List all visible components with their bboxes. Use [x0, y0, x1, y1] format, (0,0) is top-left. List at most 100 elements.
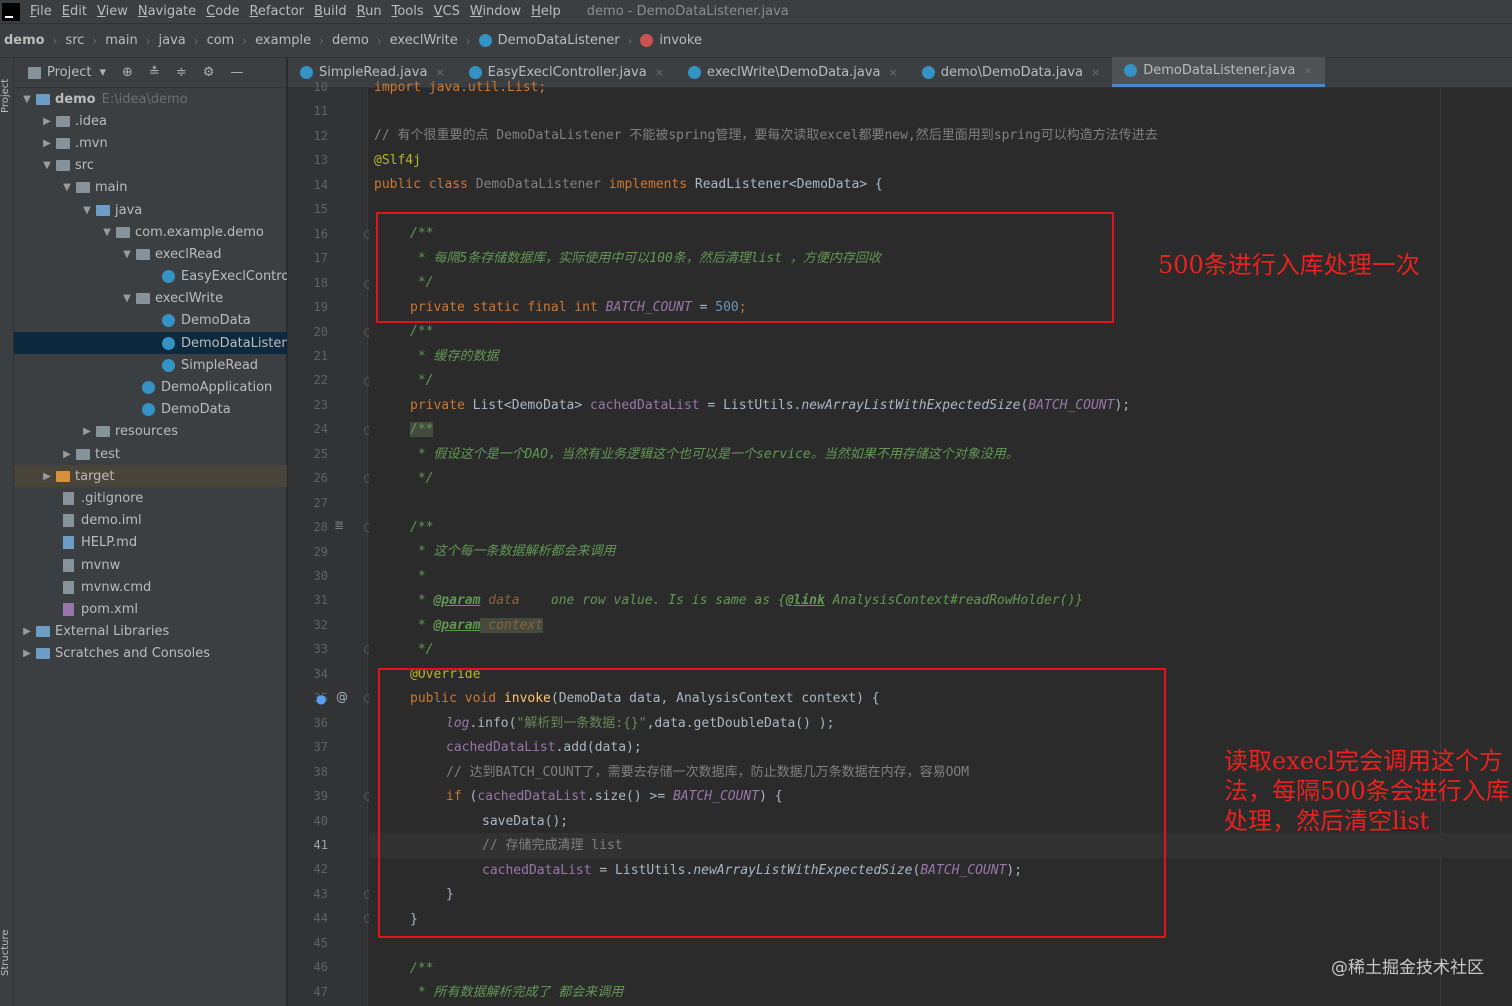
- tree-item-demo[interactable]: ▼ demo E:\idea\demo: [14, 88, 287, 110]
- breadcrumb-item[interactable]: › execlWrite: [369, 33, 458, 48]
- tree-item-main[interactable]: ▼ main: [14, 177, 287, 199]
- tree-item-external-libraries[interactable]: ▶ External Libraries: [14, 621, 287, 643]
- menu-run[interactable]: Run: [355, 4, 390, 19]
- breadcrumb-item[interactable]: › DemoDataListener: [458, 33, 620, 48]
- tree-item-java[interactable]: ▼ java: [14, 199, 287, 221]
- override-marker-icon[interactable]: ●: [316, 692, 326, 706]
- line-number: 28: [313, 520, 328, 535]
- class-icon: [142, 403, 155, 417]
- chevron-down-icon[interactable]: ▼: [40, 160, 54, 171]
- tree-item-src[interactable]: ▼ src: [14, 155, 287, 177]
- locate-icon[interactable]: ⊕: [122, 65, 133, 80]
- file-icon: [63, 514, 74, 528]
- breadcrumb-item[interactable]: › demo: [311, 33, 369, 48]
- line-number: 16: [313, 226, 328, 241]
- line-number: 20: [313, 324, 328, 339]
- tree-item-execlwrite[interactable]: ▼ execlWrite: [14, 288, 287, 310]
- tree-item-mvn[interactable]: ▶ .mvn: [14, 132, 287, 154]
- tree-item-pom-xml[interactable]: pom.xml: [14, 598, 287, 620]
- close-icon[interactable]: ×: [655, 66, 664, 79]
- tree-item-help-md[interactable]: HELP.md: [14, 532, 287, 554]
- tree-item-scratches[interactable]: ▶ Scratches and Consoles: [14, 643, 287, 665]
- menu-file[interactable]: File: [28, 4, 60, 19]
- chevron-down-icon[interactable]: ▼: [60, 182, 74, 193]
- chevron-right-icon[interactable]: ▶: [20, 626, 34, 637]
- line-number: 45: [313, 935, 328, 950]
- collapse-all-icon[interactable]: ≑: [176, 65, 187, 80]
- tree-item-idea[interactable]: ▶ .idea: [14, 110, 287, 132]
- breadcrumb-item[interactable]: › invoke: [620, 33, 702, 48]
- chevron-right-icon[interactable]: ▶: [40, 471, 54, 482]
- tab-demodatalistener[interactable]: DemoDataListener.java ×: [1112, 57, 1325, 87]
- chevron-down-icon[interactable]: ▼: [120, 293, 134, 304]
- close-icon[interactable]: ×: [888, 66, 897, 79]
- menu-view[interactable]: View: [95, 4, 136, 19]
- right-margin-guide: [1440, 88, 1441, 1006]
- chevron-down-icon[interactable]: ▼: [80, 205, 94, 216]
- menu-edit[interactable]: Edit: [60, 4, 95, 19]
- menu-build[interactable]: Build: [312, 4, 355, 19]
- at-icon[interactable]: @: [336, 690, 348, 704]
- breadcrumb-item[interactable]: › main: [84, 33, 137, 48]
- class-icon: [921, 65, 935, 79]
- tree-item-gitignore[interactable]: .gitignore: [14, 487, 287, 509]
- intellij-logo-icon: [2, 2, 20, 21]
- chevron-down-icon[interactable]: ▾: [99, 65, 106, 80]
- chevron-down-icon[interactable]: ▼: [120, 249, 134, 260]
- tree-item-target[interactable]: ▶ target: [14, 465, 287, 488]
- chevron-right-icon[interactable]: ▶: [40, 116, 54, 127]
- chevron-right-icon[interactable]: ▶: [20, 648, 34, 659]
- menu-refactor[interactable]: Refactor: [247, 4, 312, 19]
- breadcrumb-item[interactable]: › com: [186, 33, 235, 48]
- chevron-right-icon[interactable]: ▶: [80, 426, 94, 437]
- tree-item-test[interactable]: ▶ test: [14, 443, 287, 465]
- project-tree: ▼ demo E:\idea\demo ▶ .idea ▶ .mvn ▼ src ▼ mai…: [14, 88, 287, 665]
- gear-icon[interactable]: ⚙: [203, 65, 215, 80]
- menu-code[interactable]: Code: [204, 4, 247, 19]
- close-icon[interactable]: ×: [1303, 64, 1312, 77]
- chevron-right-icon[interactable]: ▶: [40, 138, 54, 149]
- tree-item-easyexeclcontroller[interactable]: EasyExeclContro: [14, 266, 287, 288]
- line-number: 34: [313, 666, 328, 681]
- tree-item-demodata-root[interactable]: DemoData: [14, 399, 287, 421]
- close-icon[interactable]: ×: [1091, 66, 1100, 79]
- project-tool-window-button[interactable]: Project: [0, 66, 14, 126]
- tree-item-demodata[interactable]: DemoData: [14, 310, 287, 332]
- project-view-selector[interactable]: Project: [47, 65, 91, 80]
- tree-item-package[interactable]: ▼ com.example.demo: [14, 221, 287, 243]
- line-number: 29: [313, 544, 328, 559]
- line-number: 19: [313, 300, 328, 315]
- tree-item-demo-iml[interactable]: demo.iml: [14, 510, 287, 532]
- doc-render-icon[interactable]: ≣: [334, 518, 344, 532]
- chevron-down-icon[interactable]: ▼: [100, 227, 114, 238]
- tree-item-demoapplication[interactable]: DemoApplication: [14, 376, 287, 398]
- tree-item-mvnw[interactable]: mvnw: [14, 554, 287, 576]
- breadcrumb-item[interactable]: › java: [138, 33, 186, 48]
- tab-execlwrite-demodata[interactable]: execlWrite\DemoData.java ×: [676, 57, 910, 87]
- annotation-note-invoke-1: 读取execl完会调用这个方: [1224, 747, 1504, 775]
- code-line: * @param data one row value. Is is same …: [410, 593, 1084, 608]
- chevron-down-icon[interactable]: ▼: [20, 94, 34, 105]
- tree-item-mvnw-cmd[interactable]: mvnw.cmd: [14, 576, 287, 598]
- tab-demo-demodata[interactable]: demo\DemoData.java ×: [910, 57, 1113, 87]
- expand-all-icon[interactable]: ≛: [149, 65, 160, 80]
- line-number: 15: [313, 202, 328, 217]
- tree-item-resources[interactable]: ▶ resources: [14, 421, 287, 443]
- menu-navigate[interactable]: Navigate: [136, 4, 204, 19]
- breadcrumb-item[interactable]: demo: [4, 33, 45, 48]
- chevron-right-icon[interactable]: ▶: [60, 449, 74, 460]
- tree-item-execlread[interactable]: ▼ execlRead: [14, 243, 287, 265]
- menu-tools[interactable]: Tools: [390, 4, 432, 19]
- chevron-right-icon: ›: [465, 33, 471, 48]
- annotation-box-invoke: [378, 668, 1166, 938]
- minimize-icon[interactable]: —: [230, 65, 243, 80]
- tree-item-simpleread[interactable]: SimpleRead: [14, 354, 287, 376]
- code-line: * 缓存的数据: [410, 349, 499, 364]
- menu-help[interactable]: Help: [529, 4, 569, 19]
- structure-tool-window-button[interactable]: Structure: [0, 918, 14, 988]
- tree-item-demodatalistener[interactable]: DemoDataListen: [14, 332, 287, 355]
- breadcrumb-item[interactable]: › example: [234, 33, 311, 48]
- menu-window[interactable]: Window: [468, 4, 529, 19]
- menu-vcs[interactable]: VCS: [432, 4, 468, 19]
- breadcrumb-item[interactable]: › src: [45, 33, 85, 48]
